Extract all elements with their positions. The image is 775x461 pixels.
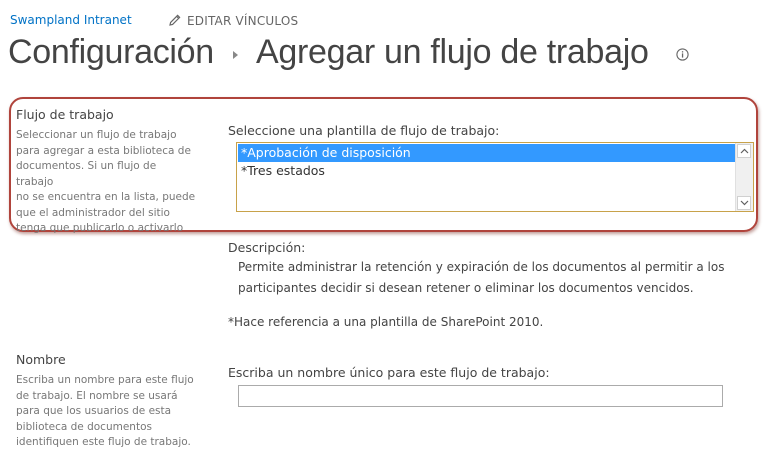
template-option[interactable]: *Aprobación de disposición	[238, 144, 735, 162]
description-line: para que los usuarios de esta	[16, 405, 172, 417]
edit-links-label: EDITAR VÍNCULOS	[187, 14, 299, 28]
description-line: para agregar a esta biblioteca de	[16, 144, 191, 157]
listbox-scrollbar[interactable]	[735, 143, 753, 211]
page-title-current: Agregar un flujo de trabajo	[256, 33, 649, 71]
workflow-template-listbox[interactable]: *Aprobación de disposición *Tres estados	[236, 142, 754, 212]
breadcrumb-separator-icon	[233, 51, 238, 59]
description-line: Seleccionar un flujo de trabajo	[16, 129, 177, 141]
name-section-description: Escriba un nombre para este flujo de tra…	[16, 373, 196, 451]
template-description: Permite administrar la retención y expir…	[238, 257, 728, 299]
description-line: que el administrador del sitio	[16, 206, 170, 219]
template-select-label: Seleccione una plantilla de flujo de tra…	[228, 123, 500, 138]
description-label: Descripción:	[228, 240, 306, 255]
description-line: Escriba un nombre para este flujo	[16, 374, 194, 386]
info-icon[interactable]	[676, 48, 689, 61]
description-line: documentos. Si un flujo de trabajo	[16, 160, 157, 188]
workflow-name-input[interactable]	[238, 385, 723, 407]
workflow-section-description: Seleccionar un flujo de trabajo para agr…	[16, 128, 196, 237]
template-description-line: participantes decidir si desean retener …	[238, 281, 694, 295]
description-line: de trabajo. El nombre se usará	[16, 389, 178, 402]
description-line: tenga que publicarlo o activarlo	[16, 222, 184, 234]
description-line: no se encuentra en la lista, puede	[16, 191, 196, 203]
scroll-up-button[interactable]	[737, 144, 751, 158]
template-option[interactable]: *Tres estados	[238, 162, 325, 180]
template-footnote: *Hace referencia a una plantilla de Shar…	[228, 315, 544, 329]
description-line: biblioteca de documentos	[16, 420, 152, 433]
edit-links-button[interactable]: EDITAR VÍNCULOS	[168, 13, 298, 28]
name-section-title: Nombre	[16, 352, 66, 367]
workflow-name-label: Escriba un nombre único para este flujo …	[228, 365, 550, 380]
page: Swampland Intranet EDITAR VÍNCULOS Confi…	[0, 0, 775, 461]
site-name-link[interactable]: Swampland Intranet	[10, 13, 132, 27]
breadcrumb-settings-link[interactable]: Configuración	[8, 33, 214, 72]
scroll-down-icon	[740, 200, 749, 206]
template-description-line: Permite administrar la retención y expir…	[238, 260, 725, 274]
scroll-down-button[interactable]	[737, 196, 751, 210]
description-line: identifiquen este flujo de trabajo.	[16, 436, 191, 448]
workflow-section-title: Flujo de trabajo	[16, 107, 114, 122]
scroll-up-icon	[740, 148, 749, 154]
pencil-icon	[169, 14, 181, 26]
